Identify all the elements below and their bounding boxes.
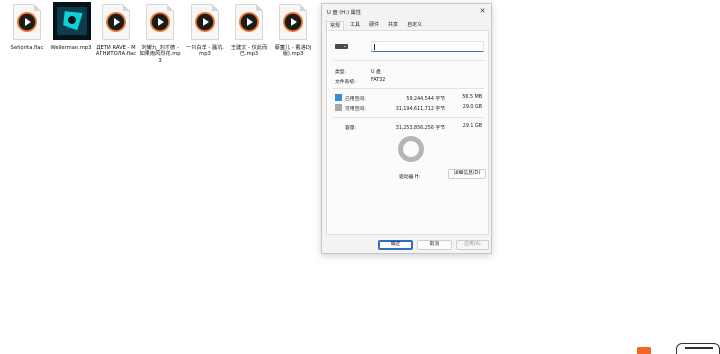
file-label: 刘耀九_刘才德 - 如果雨风烈花.mp3 [139, 45, 181, 64]
tray-app-icon[interactable] [637, 347, 651, 354]
tray-fragment [653, 347, 673, 354]
dialog-titlebar[interactable]: U 盘 (H:) 属性 ✕ [322, 4, 491, 19]
drive-name-field[interactable] [372, 42, 483, 51]
divider [333, 117, 484, 118]
capacity-size: 29.1 GB [462, 124, 482, 129]
file-label: ДЕТИ RAVE - МАГНИТОЛА.flac [95, 45, 137, 58]
file-wellerman[interactable]: Wellerman.mp3 [50, 2, 92, 51]
drive-letter-label: 驱动器 H: [399, 175, 421, 180]
capacity-bytes: 31,253,856,256 字节 [395, 126, 445, 131]
file-deti-rave[interactable]: ДЕТИ RAVE - МАГНИТОЛА.flac [95, 4, 137, 58]
free-space-bytes: 31,194,611,712 字节 [395, 107, 445, 112]
tray-widget-icon[interactable] [676, 343, 720, 354]
file-label: 一只白羊 - 骚坑.mp3 [186, 45, 224, 58]
audio-file-icon [235, 4, 263, 40]
filesystem-value: FAT32 [371, 78, 386, 83]
details-button[interactable]: 详细信息(D) [448, 169, 486, 179]
type-label: 类型: [335, 70, 347, 75]
cancel-button[interactable]: 取消 [417, 240, 452, 250]
free-space-label: 可用空间: [345, 107, 366, 112]
file-cai-tong-er[interactable]: 蔡童儿 - 戴洛DJ版).mp3 [273, 4, 313, 58]
divider [333, 88, 484, 89]
tab-bar: 常规 工具 硬件 共享 自定义 [326, 21, 428, 30]
audio-file-icon [102, 4, 130, 40]
used-space-size: 56.5 MB [462, 95, 482, 100]
file-label: Wellerman.mp3 [50, 45, 92, 51]
ok-button[interactable]: 确定 [378, 240, 413, 250]
audio-file-icon [13, 4, 41, 40]
used-space-label: 已用空间: [345, 97, 366, 102]
file-label: Señorita.flac [10, 45, 44, 51]
dialog-title: U 盘 (H:) 属性 [327, 10, 362, 16]
file-yi-zhi-bai-yang[interactable]: 一只白羊 - 骚坑.mp3 [184, 4, 226, 58]
disk-usage-ring [398, 136, 424, 162]
properties-dialog: U 盘 (H:) 属性 ✕ 常规 工具 硬件 共享 自定义 类型: U 盘 文件… [321, 3, 492, 254]
tab-tools[interactable]: 工具 [347, 21, 363, 30]
close-icon[interactable]: ✕ [478, 7, 487, 16]
album-cover-icon [53, 2, 91, 40]
tab-hardware[interactable]: 硬件 [366, 21, 382, 30]
audio-file-icon [191, 4, 219, 40]
file-liu-yao-jiu[interactable]: 刘耀九_刘才德 - 如果雨风烈花.mp3 [139, 4, 181, 64]
desktop: Señorita.flac Wellerman.mp3 ДЕТИ RAVE - … [0, 0, 720, 354]
divider [333, 60, 484, 61]
filesystem-label: 文件系统: [335, 80, 356, 85]
free-space-size: 29.0 GB [462, 105, 482, 110]
used-space-bytes: 59,244,544 字节 [406, 97, 445, 102]
drive-name-input[interactable] [371, 41, 484, 52]
usb-drive-icon [335, 44, 348, 49]
tab-customize[interactable]: 自定义 [404, 21, 425, 30]
file-label: 王建文 - 仅此而已.mp3 [230, 45, 268, 58]
audio-file-icon [279, 4, 307, 40]
file-label: 蔡童儿 - 戴洛DJ版).mp3 [274, 45, 312, 58]
free-space-swatch [335, 104, 342, 111]
capacity-label: 容量: [345, 126, 357, 131]
audio-file-icon [146, 4, 174, 40]
used-space-swatch [335, 94, 342, 101]
tab-general[interactable]: 常规 [326, 21, 345, 30]
tab-sharing[interactable]: 共享 [385, 21, 401, 30]
file-wang-jian-wen[interactable]: 王建文 - 仅此而已.mp3 [228, 4, 270, 58]
file-senorita[interactable]: Señorita.flac [6, 4, 48, 51]
general-panel: 类型: U 盘 文件系统: FAT32 已用空间: 59,244,544 字节 … [326, 30, 489, 235]
type-value: U 盘 [371, 70, 381, 75]
apply-button[interactable]: 应用(A) [456, 240, 489, 250]
